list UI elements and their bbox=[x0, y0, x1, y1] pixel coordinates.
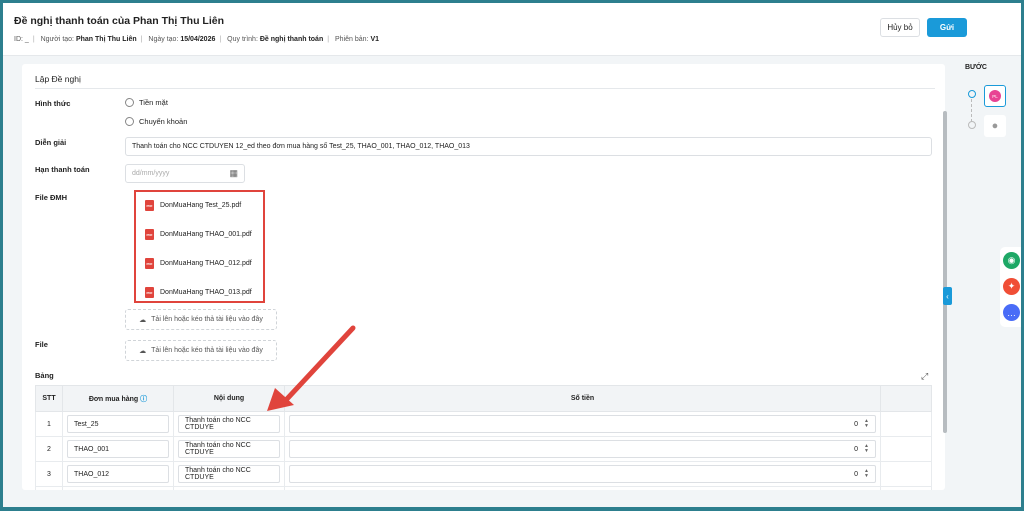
step-user-card[interactable]: ● bbox=[984, 115, 1006, 137]
steps-title: BƯỚC bbox=[965, 64, 987, 71]
user-icon: ● bbox=[991, 120, 999, 132]
scrollbar[interactable] bbox=[943, 111, 947, 433]
bot-icon[interactable]: ◉ bbox=[1003, 252, 1020, 269]
app-window: Đề nghị thanh toán của Phan Thị Thu Liên… bbox=[3, 3, 1021, 507]
step-assignee-card[interactable]: PL bbox=[984, 85, 1006, 107]
avatar: PL bbox=[989, 90, 1001, 102]
collapse-panel-button[interactable]: ‹ bbox=[943, 287, 952, 305]
step-connector bbox=[971, 99, 972, 122]
floating-actions: ◉ ✦ … bbox=[1000, 247, 1021, 327]
step-dot bbox=[968, 121, 976, 129]
annotation-arrow bbox=[267, 325, 356, 411]
step-dot-active bbox=[968, 90, 976, 98]
sparkle-icon[interactable]: ✦ bbox=[1003, 278, 1020, 295]
chat-icon[interactable]: … bbox=[1003, 304, 1020, 321]
